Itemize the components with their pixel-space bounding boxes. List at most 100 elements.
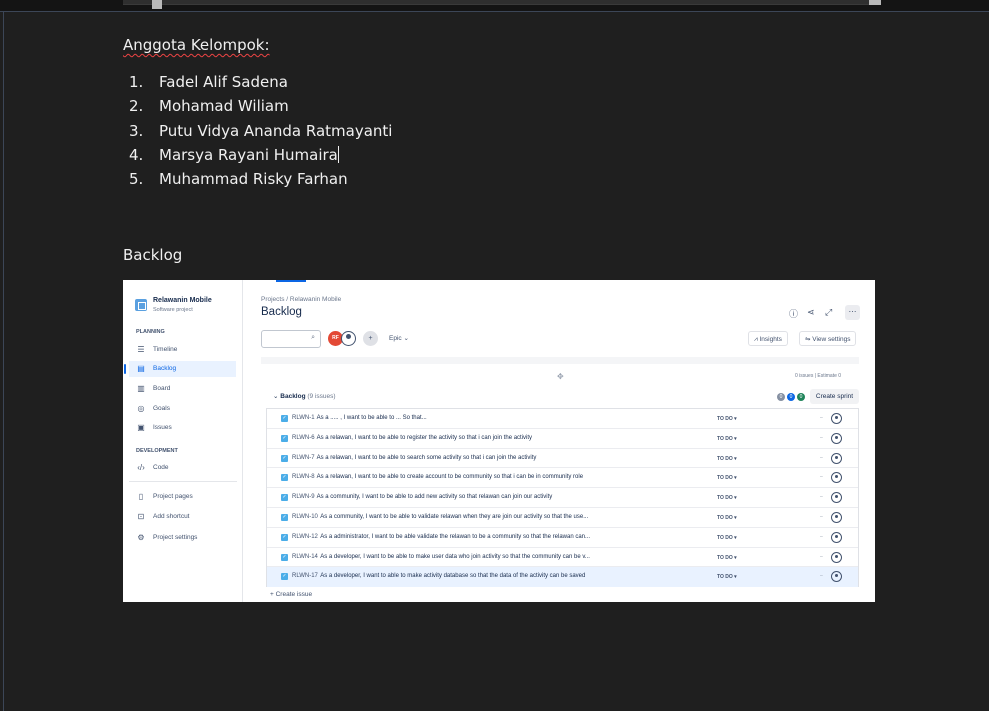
insights-button[interactable]: ⩘ Insights: [748, 331, 788, 346]
avatar-user-icon[interactable]: [341, 331, 356, 346]
member-name[interactable]: Putu Vidya Ananda Ratmayanti: [159, 121, 392, 141]
issue-key[interactable]: RLWN-1: [292, 415, 315, 421]
list-number: 2.: [129, 97, 144, 116]
sidebar-item-project-pages[interactable]: ▯ Project pages: [129, 489, 236, 505]
sidebar-item-label: Issues: [153, 424, 172, 431]
status-dropdown[interactable]: TO DO ▾: [717, 555, 737, 561]
sidebar-item-backlog[interactable]: ▤ Backlog: [124, 361, 236, 377]
estimate-placeholder[interactable]: –: [820, 534, 823, 540]
sidebar-item-project-settings[interactable]: ⚙ Project settings: [129, 530, 236, 546]
estimate-placeholder[interactable]: –: [820, 474, 823, 480]
table-row[interactable]: ✓ RLWN-7 As a relawan, I want to be able t…: [267, 449, 858, 469]
backlog-header[interactable]: ⌄ Backlog (9 issues): [273, 392, 336, 400]
assignee-avatar-icon[interactable]: [831, 531, 842, 543]
issue-key[interactable]: RLWN-12: [292, 534, 318, 540]
sidebar-item-board[interactable]: ▥ Board: [129, 381, 236, 397]
issue-summary[interactable]: As a community, I want to be able to val…: [320, 514, 588, 520]
right-indent-marker[interactable]: [869, 0, 881, 5]
issue-key[interactable]: RLWN-6: [292, 435, 315, 441]
assignee-avatar-icon[interactable]: [831, 452, 842, 464]
status-dropdown[interactable]: TO DO ▾: [717, 515, 737, 521]
sidebar-item-goals[interactable]: ◎ Goals: [129, 401, 236, 417]
sidebar-item-timeline[interactable]: ☰ Timeline: [129, 342, 236, 358]
status-dropdown[interactable]: TO DO ▾: [717, 535, 737, 541]
issue-summary[interactable]: As a relawan, I want to be able to searc…: [317, 455, 537, 461]
issue-key[interactable]: RLWN-9: [292, 494, 315, 500]
estimate-placeholder[interactable]: –: [820, 455, 823, 461]
sidebar-item-add-shortcut[interactable]: ⊡ Add shortcut: [129, 509, 236, 525]
assignee-avatar-icon[interactable]: [831, 472, 842, 484]
status-dropdown[interactable]: TO DO ▾: [717, 456, 737, 462]
issue-summary[interactable]: As a administrator, I want to be able va…: [320, 534, 590, 540]
status-dropdown[interactable]: TO DO ▾: [717, 436, 737, 442]
list-number: 4.: [129, 145, 144, 164]
assignee-avatar-icon[interactable]: [831, 551, 842, 563]
estimate-placeholder[interactable]: –: [820, 494, 823, 500]
info-icon[interactable]: ⓘ: [789, 307, 798, 320]
status-dropdown[interactable]: TO DO ▾: [717, 495, 737, 501]
member-name[interactable]: Muhammad Risky Farhan: [159, 169, 348, 189]
backlog-heading[interactable]: Backlog: [123, 246, 182, 264]
estimate-placeholder[interactable]: –: [820, 573, 823, 579]
create-issue-button[interactable]: + Create issue: [270, 591, 312, 598]
estimate-placeholder[interactable]: –: [820, 554, 823, 560]
issue-summary[interactable]: As a ..... , I want to be able to ... So…: [317, 415, 427, 421]
view-settings-button[interactable]: ⇋ View settings: [799, 331, 857, 346]
estimate-placeholder[interactable]: –: [820, 514, 823, 520]
share-icon[interactable]: ⋖: [807, 307, 815, 318]
group-heading[interactable]: Anggota Kelompok:: [123, 36, 270, 54]
add-people-icon[interactable]: +: [363, 331, 378, 346]
issue-summary[interactable]: As a relawan, I want to be able to regis…: [317, 435, 532, 441]
assignee-avatar-icon[interactable]: [831, 492, 842, 504]
member-name[interactable]: Fadel Alif Sadena: [159, 72, 288, 92]
story-checkbox-icon: ✓: [281, 514, 288, 521]
table-row[interactable]: ✓ RLWN-10 As a community, I want to be abl…: [267, 508, 858, 528]
more-options-button[interactable]: ⋯: [845, 305, 860, 320]
create-sprint-button[interactable]: Create sprint: [810, 389, 859, 404]
member-name[interactable]: Marsya Rayani Humaira: [159, 145, 339, 165]
table-row[interactable]: ✓ RLWN-12 As a administrator, I want to be…: [267, 528, 858, 548]
table-row[interactable]: ✓ RLWN-1 As a ..... , I want to be able to…: [267, 409, 858, 429]
issue-key[interactable]: RLWN-14: [292, 554, 318, 560]
issue-summary[interactable]: As a developer, I want to be able to mak…: [320, 554, 590, 560]
assignee-avatar-icon[interactable]: [831, 413, 842, 424]
status-dropdown[interactable]: TO DO ▾: [717, 475, 737, 481]
issue-summary[interactable]: As a relawan, I want to be able to creat…: [317, 474, 583, 480]
add-shortcut-icon: ⊡: [137, 512, 145, 521]
expand-icon[interactable]: ⤢: [825, 307, 832, 318]
story-checkbox-icon: ✓: [281, 415, 288, 422]
table-row[interactable]: ✓ RLWN-17 As a developer, I want to able t…: [267, 567, 858, 588]
status-dropdown[interactable]: TO DO ▾: [717, 416, 737, 422]
table-row[interactable]: ✓ RLWN-6 As a relawan, I want to be able t…: [267, 429, 858, 449]
embedded-backlog-screenshot[interactable]: Relawanin Mobile Software project PLANNI…: [123, 280, 875, 602]
sidebar-divider: [129, 481, 237, 482]
sidebar-item-label: Project pages: [153, 493, 193, 500]
sidebar-item-label: Project settings: [153, 534, 198, 541]
table-row[interactable]: ✓ RLWN-8 As a relawan, I want to be able t…: [267, 468, 858, 489]
sidebar-item-code[interactable]: ‹/› Code: [129, 460, 236, 476]
story-checkbox-icon: ✓: [281, 553, 288, 561]
table-row[interactable]: ✓ RLWN-14 As a developer, I want to be abl…: [267, 548, 858, 568]
table-row[interactable]: ✓ RLWN-9 As a community, I want to be able…: [267, 488, 858, 508]
issue-key[interactable]: RLWN-17: [292, 573, 318, 579]
status-dropdown[interactable]: TO DO ▾: [717, 574, 737, 580]
estimate-placeholder[interactable]: –: [820, 415, 823, 421]
issue-summary[interactable]: As a community, I want to be able to add…: [317, 494, 553, 500]
left-indent-marker[interactable]: [152, 0, 162, 9]
drag-handle-icon[interactable]: ✥: [557, 372, 564, 381]
issue-key[interactable]: RLWN-7: [292, 455, 315, 461]
search-input[interactable]: ⌕: [261, 330, 321, 348]
epic-filter[interactable]: Epic ⌄: [389, 334, 409, 342]
member-name[interactable]: Mohamad Wiliam: [159, 96, 289, 116]
sidebar-item-issues[interactable]: ▣ Issues: [129, 420, 236, 436]
breadcrumb[interactable]: Projects / Relawanin Mobile: [261, 296, 341, 303]
assignee-avatar-icon[interactable]: [831, 432, 842, 444]
issue-summary[interactable]: As a developer, I want to able to make a…: [320, 573, 585, 579]
issue-key[interactable]: RLWN-10: [292, 514, 318, 520]
backlog-icon: ▤: [137, 364, 145, 373]
issue-key[interactable]: RLWN-8: [292, 474, 315, 480]
estimate-placeholder[interactable]: –: [820, 435, 823, 441]
assignee-avatar-icon[interactable]: [831, 512, 842, 523]
code-icon: ‹/›: [137, 463, 145, 472]
assignee-avatar-icon[interactable]: [831, 571, 842, 583]
